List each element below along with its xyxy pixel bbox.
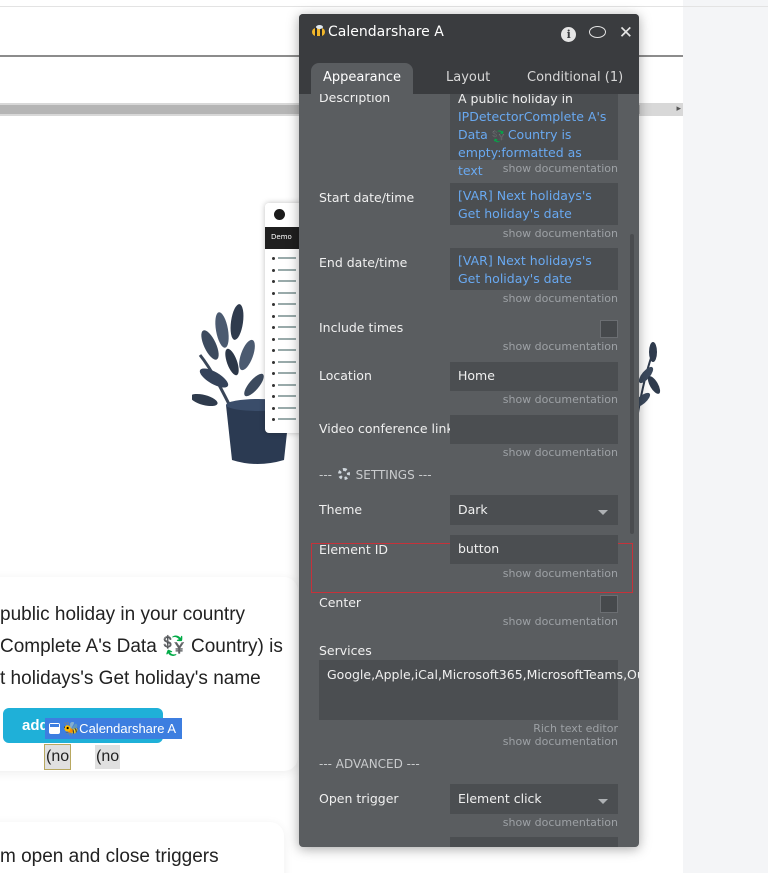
panel-properties: Description A public holiday in IPDetect… [299, 94, 639, 847]
property-editor-panel: Calendarshare A i ✕ Appearance Layout Co… [299, 14, 639, 847]
services-label: Services [319, 643, 372, 658]
close-icon[interactable]: ✕ [619, 25, 633, 42]
show-documentation-link[interactable]: show documentation [503, 816, 618, 829]
vertical-scrollbar[interactable] [630, 234, 634, 534]
element-tag-label: 🐝Calendarshare A [63, 721, 177, 736]
tab-layout[interactable]: Layout [446, 63, 490, 94]
holiday-text: public holiday in your country Complete … [0, 599, 320, 695]
show-documentation-link[interactable]: show documentation [503, 446, 618, 459]
theme-dropdown[interactable]: Dark [450, 495, 618, 525]
show-documentation-link[interactable]: show documentation [503, 162, 618, 175]
calendar-icon [49, 723, 60, 734]
triggers-card: m open and close triggers [0, 822, 284, 873]
description-field[interactable]: A public holiday in IPDetectorComplete A… [450, 94, 618, 178]
divider [0, 6, 768, 7]
next-property-field[interactable] [450, 837, 618, 847]
video-link-label: Video conference link [319, 421, 454, 436]
theme-value: Dark [458, 502, 488, 517]
description-label: Description [319, 94, 391, 105]
open-trigger-value: Element click [458, 791, 542, 806]
section-title: SETTINGS --- [355, 468, 432, 482]
location-field[interactable]: Home [450, 362, 618, 391]
holiday-text-line: t holidays's Get holiday's name [0, 668, 261, 689]
info-icon[interactable]: i [561, 27, 577, 42]
show-documentation-link[interactable]: show documentation [503, 735, 618, 748]
panel-title: Calendarshare A [311, 24, 444, 40]
gear-icon [337, 468, 350, 480]
open-trigger-dropdown[interactable]: Element click [450, 784, 618, 814]
element-id-field[interactable]: button [450, 535, 618, 564]
center-label: Center [319, 595, 362, 610]
end-date-label: End date/time [319, 255, 408, 270]
location-label: Location [319, 368, 372, 383]
element-id-label: Element ID [319, 542, 389, 557]
panel-title-text: Calendarshare A [328, 24, 444, 40]
scroll-right-arrow[interactable]: ▸ [676, 105, 681, 114]
chevron-down-icon [598, 799, 608, 804]
panel-header[interactable]: Calendarshare A i ✕ [299, 14, 639, 54]
right-gutter [683, 0, 768, 873]
open-trigger-label: Open trigger [319, 791, 399, 806]
tab-appearance[interactable]: Appearance [311, 63, 413, 94]
triggers-card-text: m open and close triggers [0, 846, 219, 867]
settings-section-header: --- SETTINGS --- [319, 468, 432, 482]
swap-icon: 💱 [491, 130, 506, 143]
show-documentation-link[interactable]: show documentation [503, 227, 618, 240]
include-times-label: Include times [319, 320, 404, 335]
show-documentation-link[interactable]: show documentation [503, 340, 618, 353]
end-date-field[interactable]: [VAR] Next holidays's Get holiday's date [450, 248, 618, 290]
theme-label: Theme [319, 502, 363, 517]
placeholder-text[interactable]: (no [43, 744, 72, 770]
chevron-down-icon [598, 510, 608, 515]
start-date-label: Start date/time [319, 190, 415, 205]
show-documentation-link[interactable]: show documentation [503, 292, 618, 305]
comment-icon[interactable] [588, 26, 606, 38]
start-date-field[interactable]: [VAR] Next holidays's Get holiday's date [450, 183, 618, 225]
rich-text-editor-link[interactable]: Rich text editor [533, 722, 618, 735]
panel-tabs: Appearance Layout Conditional (1) [299, 54, 639, 94]
video-link-field[interactable] [450, 415, 618, 444]
advanced-section-header: --- ADVANCED --- [319, 757, 420, 771]
editor-canvas: ▸ Demo public holiday in your country Co… [0, 0, 768, 873]
include-times-checkbox[interactable] [600, 320, 618, 338]
center-checkbox[interactable] [600, 595, 618, 613]
holiday-text-line: public holiday in your country [0, 604, 246, 625]
logo-icon [274, 209, 285, 220]
bee-icon [311, 25, 326, 37]
show-documentation-link[interactable]: show documentation [503, 393, 618, 406]
selected-element-tag[interactable]: 🐝Calendarshare A [45, 718, 183, 739]
description-static-text: A public holiday in [458, 94, 573, 106]
show-documentation-link[interactable]: show documentation [503, 567, 618, 580]
tab-conditional[interactable]: Conditional (1) [527, 63, 623, 94]
holiday-text-line: Complete A's Data 💱 Country) is [0, 636, 283, 657]
section-prefix: --- [319, 468, 336, 482]
services-rich-text-field[interactable]: Google,Apple,iCal,Microsoft365,Microsoft… [319, 660, 639, 720]
placeholder-text[interactable]: (no [95, 745, 121, 769]
show-documentation-link[interactable]: show documentation [503, 615, 618, 628]
